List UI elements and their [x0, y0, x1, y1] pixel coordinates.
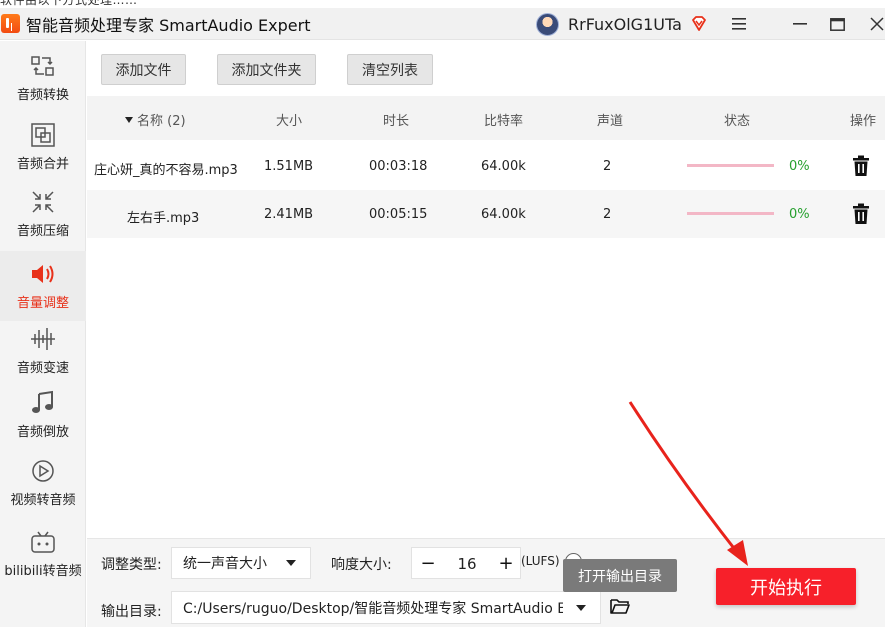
dropdown-arrow-icon — [576, 604, 586, 611]
main-panel: 添加文件 添加文件夹 清空列表 名称 (2) 大小 时长 比特率 声道 状态 操… — [87, 41, 885, 627]
file-channels: 2 — [603, 207, 612, 222]
lufs-unit: (LUFS) — [521, 554, 560, 568]
open-folder-icon[interactable] — [609, 596, 631, 616]
sidebar-item-audio-merge[interactable]: 音频合并 — [0, 120, 86, 180]
output-path: C:/Users/ruguo/Desktop/智能音频处理专家 SmartAud… — [183, 600, 563, 617]
sidebar-item-bilibili-to-audio[interactable]: bilibili转音频 — [0, 527, 86, 587]
sidebar-item-video-to-audio[interactable]: 视频转音频 — [0, 456, 86, 516]
file-duration: 00:05:15 — [369, 207, 428, 222]
output-dir-select[interactable]: C:/Users/ruguo/Desktop/智能音频处理专家 SmartAud… — [171, 591, 601, 624]
header-name-label: 名称 (2) — [137, 114, 186, 129]
merge-icon — [28, 120, 58, 150]
decrement-button[interactable]: − — [414, 548, 442, 578]
table-row[interactable]: 左右手.mp3 2.41MB 00:05:15 64.00k 2 0% — [87, 190, 885, 238]
progress-percent: 0% — [789, 159, 810, 174]
username[interactable]: RrFuxOlG1UTa — [568, 15, 682, 34]
convert-icon — [28, 51, 58, 81]
app-title: 智能音频处理专家 SmartAudio Expert — [26, 15, 311, 35]
file-channels: 2 — [603, 159, 612, 174]
start-button[interactable]: 开始执行 — [716, 568, 856, 605]
title-bar: 智能音频处理专家 SmartAudio Expert RrFuxOlG1UTa — [0, 8, 885, 40]
table-row[interactable]: 庄心妍_真的不容易.mp3 1.51MB 00:03:18 64.00k 2 0… — [87, 142, 885, 190]
sidebar-item-audio-compress[interactable]: 音频压缩 — [0, 187, 86, 247]
sidebar-item-label: 音频转换 — [16, 88, 69, 103]
avatar[interactable] — [536, 12, 559, 36]
adjust-type-value: 统一声音大小 — [183, 556, 267, 572]
sort-name-header[interactable]: 名称 (2) — [125, 110, 186, 129]
adjust-type-label: 调整类型: — [101, 557, 162, 573]
video-play-icon — [28, 456, 58, 486]
maximize-icon — [829, 17, 845, 31]
speed-icon — [28, 324, 58, 354]
file-name: 左右手.mp3 — [127, 211, 200, 226]
header-bitrate: 比特率 — [484, 114, 524, 129]
sidebar-item-audio-convert[interactable]: 音频转换 — [0, 51, 86, 111]
header-channels: 声道 — [597, 114, 624, 129]
open-output-dir-button[interactable]: 打开输出目录 — [563, 559, 677, 592]
add-folder-button[interactable]: 添加文件夹 — [217, 54, 316, 85]
progress-percent: 0% — [789, 207, 810, 222]
file-duration: 00:03:18 — [369, 159, 428, 174]
file-size: 2.41MB — [264, 207, 314, 222]
close-icon — [870, 17, 884, 31]
progress-bar — [687, 164, 774, 167]
loudness-value[interactable]: 16 — [450, 555, 484, 573]
close-button[interactable] — [870, 10, 885, 38]
minimize-button[interactable] — [785, 10, 815, 38]
sidebar-item-label: 音频压缩 — [16, 224, 69, 239]
app-logo — [1, 14, 20, 33]
menu-button[interactable] — [724, 10, 754, 38]
adjust-type-select[interactable]: 统一声音大小 — [171, 547, 311, 579]
increment-button[interactable]: + — [492, 548, 520, 578]
sidebar-item-audio-reverse[interactable]: 音频倒放 — [0, 388, 86, 448]
progress-bar — [687, 212, 774, 215]
header-status: 状态 — [724, 114, 751, 129]
sidebar-item-label: 音量调整 — [16, 296, 69, 311]
bilibili-tv-icon — [28, 527, 58, 557]
vip-diamond-icon[interactable] — [690, 15, 708, 33]
delete-trash-icon[interactable] — [851, 155, 871, 177]
maximize-button[interactable] — [822, 10, 852, 38]
settings-panel: 调整类型: 统一声音大小 响度大小: − 16 + (LUFS) 输出目录: C… — [87, 538, 885, 627]
file-table: 名称 (2) 大小 时长 比特率 声道 状态 操作 庄心妍_真的不容易.mp3 … — [87, 96, 885, 538]
volume-icon — [28, 259, 58, 289]
loudness-label: 响度大小: — [331, 557, 392, 573]
sort-desc-icon — [125, 117, 133, 123]
file-size: 1.51MB — [264, 159, 314, 174]
clear-list-button[interactable]: 清空列表 — [347, 54, 433, 85]
sidebar-item-volume-adjust[interactable]: 音量调整 — [0, 251, 86, 321]
reverse-icon — [28, 388, 58, 418]
top-cutoff-text: 软件由以下方式处理…… — [0, 0, 885, 8]
sidebar-item-label: 音频变速 — [16, 361, 69, 376]
user-area[interactable]: RrFuxOlG1UTa — [536, 10, 708, 38]
hamburger-icon — [732, 18, 746, 30]
header-duration: 时长 — [383, 114, 410, 129]
loudness-stepper[interactable]: − 16 + — [411, 547, 521, 579]
sidebar-item-audio-speed[interactable]: 音频变速 — [0, 324, 86, 384]
delete-trash-icon[interactable] — [851, 203, 871, 225]
file-name: 庄心妍_真的不容易.mp3 — [94, 163, 238, 178]
compress-icon — [28, 187, 58, 217]
sidebar-item-label: bilibili转音频 — [4, 564, 82, 579]
table-header: 名称 (2) 大小 时长 比特率 声道 状态 操作 — [87, 96, 885, 140]
file-bitrate: 64.00k — [481, 159, 526, 174]
file-bitrate: 64.00k — [481, 207, 526, 222]
add-file-button[interactable]: 添加文件 — [101, 54, 186, 85]
sidebar-item-label: 音频倒放 — [16, 425, 69, 440]
header-size: 大小 — [276, 114, 303, 129]
dropdown-arrow-icon — [286, 560, 296, 566]
output-dir-label: 输出目录: — [101, 604, 162, 620]
header-action: 操作 — [850, 114, 877, 129]
sidebar-item-label: 视频转音频 — [10, 493, 76, 508]
minimize-icon — [793, 23, 807, 25]
sidebar-item-label: 音频合并 — [16, 157, 69, 172]
sidebar: 音频转换 音频合并 音频压缩 音量调整 音频变速 音频倒放 视频转音频 bili… — [0, 41, 86, 627]
